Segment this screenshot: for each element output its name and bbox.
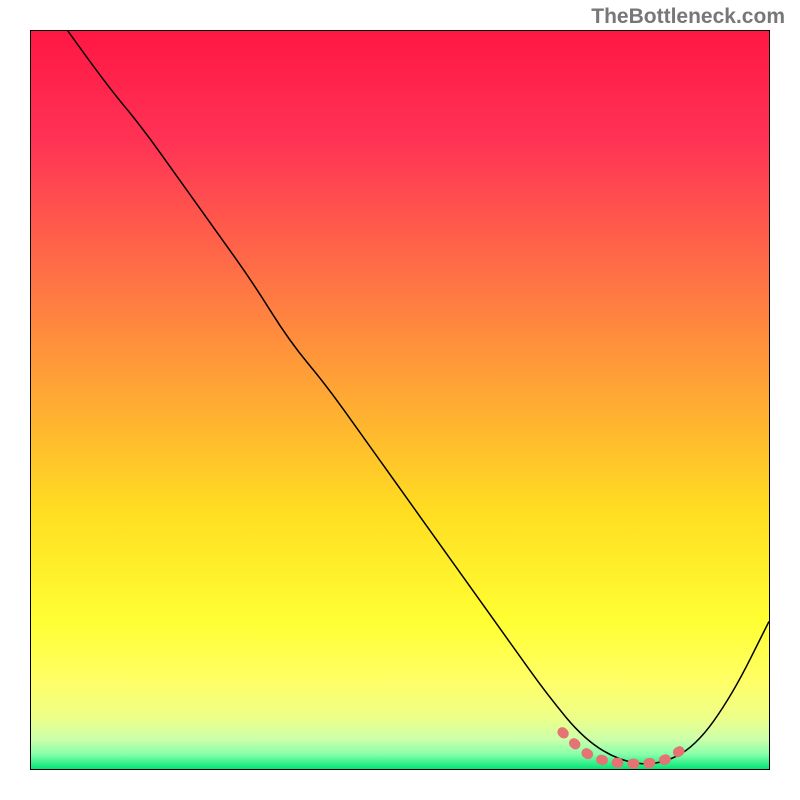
main-curve (68, 31, 769, 764)
chart-curves (31, 31, 769, 769)
chart-area (30, 30, 770, 770)
watermark-text: TheBottleneck.com (591, 5, 785, 29)
optimal-marker (562, 732, 680, 764)
